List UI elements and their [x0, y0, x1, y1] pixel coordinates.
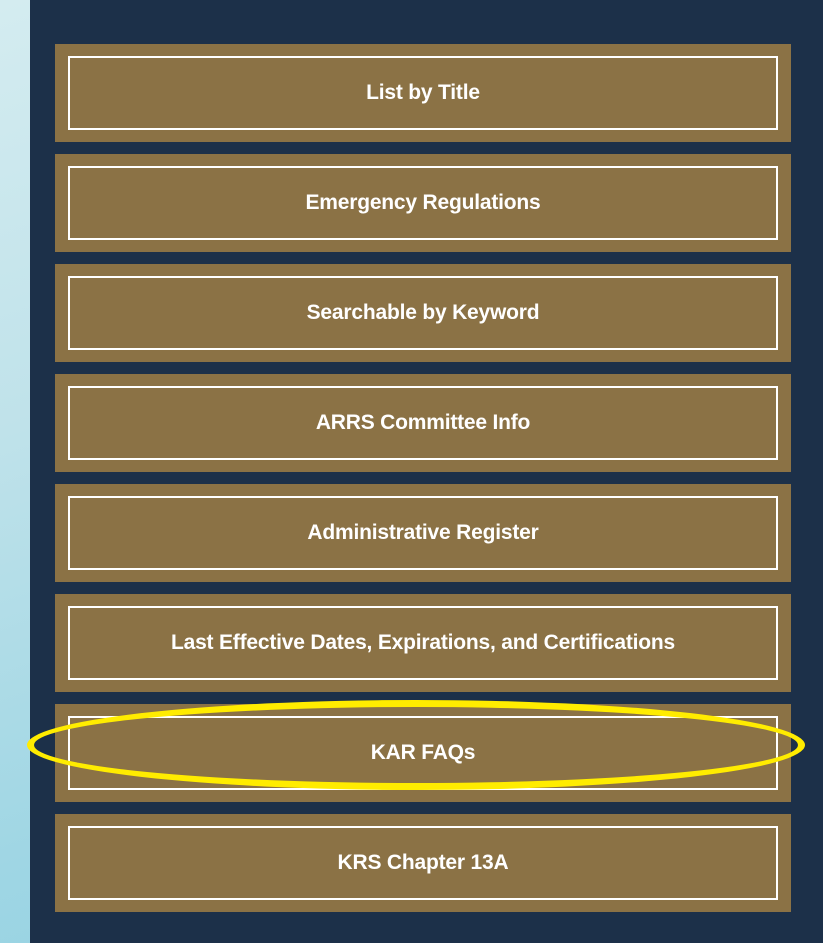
menu-button-label: Administrative Register	[307, 521, 539, 544]
menu-button-label: Emergency Regulations	[305, 191, 541, 214]
menu-button-label: Last Effective Dates, Expirations, and C…	[170, 631, 676, 654]
menu-button-label: KRS Chapter 13A	[337, 851, 509, 874]
menu-button-label: List by Title	[366, 81, 480, 104]
menu-button-frame: KRS Chapter 13A	[68, 826, 778, 900]
menu-button-frame: Administrative Register	[68, 496, 778, 570]
menu-button-frame: Searchable by Keyword	[68, 276, 778, 350]
menu-button-frame: Last Effective Dates, Expirations, and C…	[68, 606, 778, 680]
menu-button-frame: KAR FAQs	[68, 716, 778, 790]
menu-button-frame: List by Title	[68, 56, 778, 130]
menu-button-label: Searchable by Keyword	[306, 301, 540, 324]
menu-button-kar-faqs[interactable]: KAR FAQs	[55, 704, 791, 802]
menu-button-label: KAR FAQs	[370, 741, 476, 764]
menu-button-last-effective-dates[interactable]: Last Effective Dates, Expirations, and C…	[55, 594, 791, 692]
menu-button-emergency-regulations[interactable]: Emergency Regulations	[55, 154, 791, 252]
menu-button-frame: ARRS Committee Info	[68, 386, 778, 460]
menu-button-frame: Emergency Regulations	[68, 166, 778, 240]
navigation-panel: List by Title Emergency Regulations Sear…	[30, 0, 823, 943]
menu-button-label: ARRS Committee Info	[315, 411, 531, 434]
menu-button-arrs-committee-info[interactable]: ARRS Committee Info	[55, 374, 791, 472]
menu-button-krs-chapter-13a[interactable]: KRS Chapter 13A	[55, 814, 791, 912]
regulations-menu: List by Title Emergency Regulations Sear…	[55, 44, 791, 924]
menu-button-searchable-by-keyword[interactable]: Searchable by Keyword	[55, 264, 791, 362]
menu-button-list-by-title[interactable]: List by Title	[55, 44, 791, 142]
menu-button-administrative-register[interactable]: Administrative Register	[55, 484, 791, 582]
